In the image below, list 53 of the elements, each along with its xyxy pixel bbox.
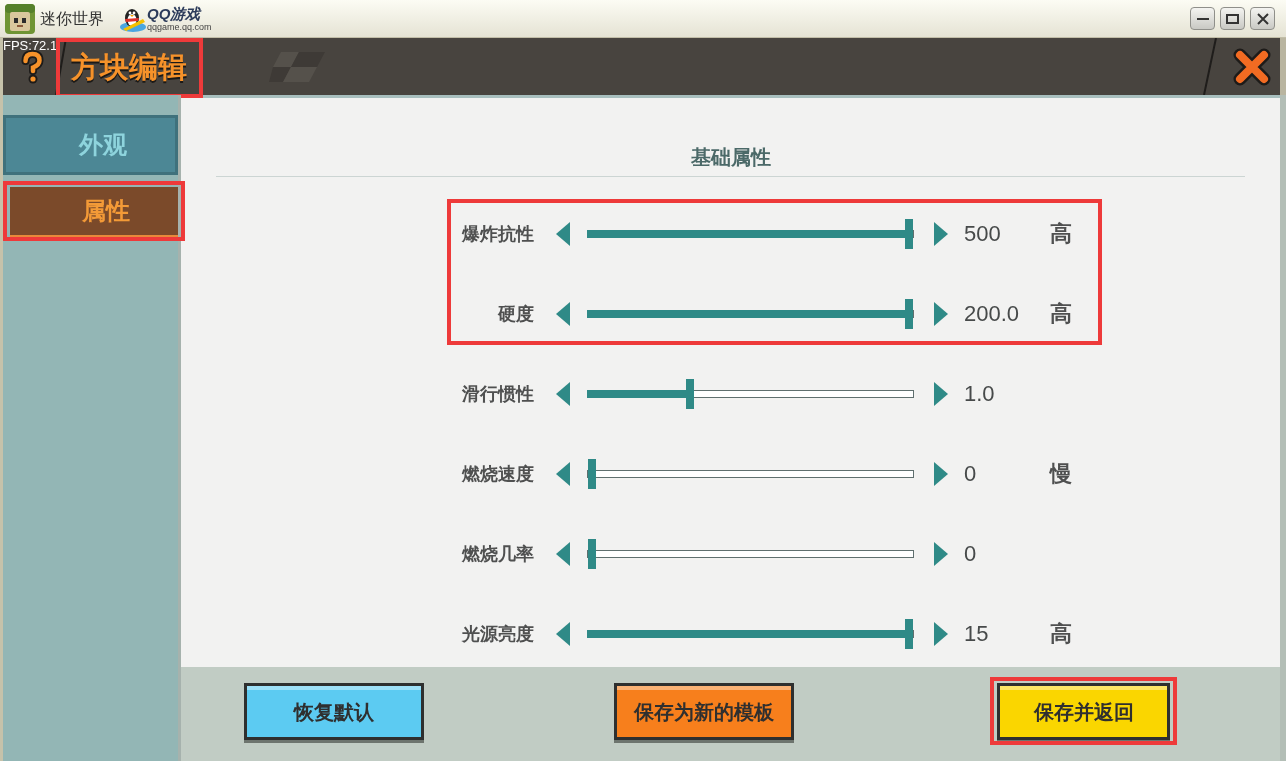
slider-label: 光源亮度 <box>462 623 534 646</box>
slider-unit: 高 <box>1050 220 1072 248</box>
page-title: 方块编辑 <box>71 49 187 84</box>
slider-value: 500 <box>964 220 1001 248</box>
decrease-arrow-icon[interactable] <box>556 222 570 246</box>
close-button[interactable] <box>1250 7 1275 30</box>
action-button[interactable]: 恢复默认 <box>244 683 424 740</box>
app-title: 迷你世界 <box>40 8 104 29</box>
decrease-arrow-icon[interactable] <box>556 302 570 326</box>
slider-label: 硬度 <box>498 303 534 326</box>
slider-thumb[interactable] <box>588 459 596 489</box>
slider-value: 15 <box>964 620 989 648</box>
slider-thumb[interactable] <box>686 379 694 409</box>
slider-unit: 慢 <box>1050 460 1072 488</box>
minimize-button[interactable] <box>1190 7 1215 30</box>
slider-thumb[interactable] <box>905 219 913 249</box>
decrease-arrow-icon[interactable] <box>556 542 570 566</box>
minimize-icon <box>1196 17 1209 20</box>
slider-value: 1.0 <box>964 380 995 408</box>
slider-thumb[interactable] <box>905 619 913 649</box>
maximize-icon <box>1226 13 1239 24</box>
slider-value: 200.0 <box>964 300 1020 328</box>
action-button[interactable]: 保存为新的模板 <box>614 683 794 740</box>
decrease-arrow-icon[interactable] <box>556 622 570 646</box>
checker-pattern-icon <box>269 51 325 82</box>
slider-value: 0 <box>964 460 977 488</box>
increase-arrow-icon[interactable] <box>934 622 948 646</box>
brand-name: QQ游戏 <box>147 5 201 22</box>
increase-arrow-icon[interactable] <box>934 222 948 246</box>
close-icon <box>1256 12 1269 25</box>
slider-value: 0 <box>964 540 977 568</box>
increase-arrow-icon[interactable] <box>934 542 948 566</box>
slider-unit: 高 <box>1050 620 1072 648</box>
slider-thumb[interactable] <box>588 539 596 569</box>
diagonal-line-icon <box>1203 38 1217 95</box>
app-icon <box>5 3 35 34</box>
slider-label: 燃烧几率 <box>462 543 534 566</box>
help-icon[interactable] <box>20 49 45 84</box>
slider-label: 爆炸抗性 <box>462 223 534 246</box>
maximize-button[interactable] <box>1220 7 1245 30</box>
close-icon[interactable] <box>1232 46 1272 87</box>
slider-unit: 高 <box>1050 300 1072 328</box>
fps-counter: FPS:72.1 <box>3 38 58 53</box>
slider-label: 燃烧速度 <box>462 463 534 486</box>
decrease-arrow-icon[interactable] <box>556 462 570 486</box>
slider-thumb[interactable] <box>905 299 913 329</box>
increase-arrow-icon[interactable] <box>934 302 948 326</box>
slider-label: 滑行惯性 <box>462 383 534 406</box>
section-title: 基础属性 <box>690 145 771 170</box>
brand-url: qqgame.qq.com <box>147 21 212 32</box>
increase-arrow-icon[interactable] <box>934 462 948 486</box>
decrease-arrow-icon[interactable] <box>556 382 570 406</box>
increase-arrow-icon[interactable] <box>934 382 948 406</box>
